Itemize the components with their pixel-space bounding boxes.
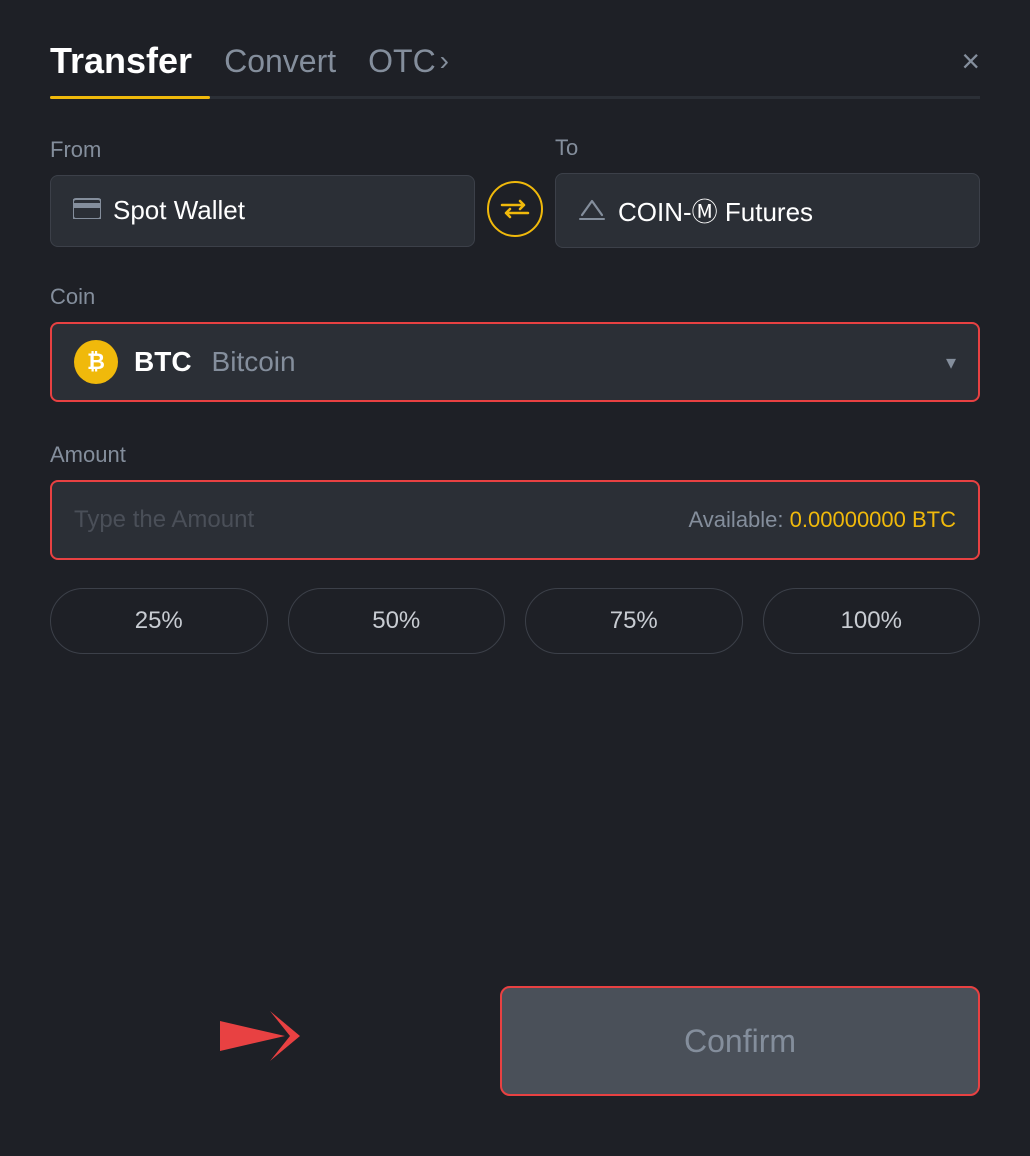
- available-text: Available: 0.00000000 BTC: [689, 507, 956, 533]
- futures-icon: [578, 195, 606, 227]
- pct-75-button[interactable]: 75%: [525, 588, 743, 654]
- bottom-area: Confirm: [50, 986, 980, 1096]
- coin-chevron-icon: ▾: [946, 350, 956, 375]
- available-amount: 0.00000000 BTC: [790, 507, 956, 532]
- header-tabs: Transfer Convert OTC › ×: [50, 40, 980, 82]
- to-wallet-select[interactable]: COIN-Ⓜ Futures: [555, 173, 980, 248]
- from-label: From: [50, 137, 475, 163]
- tab-transfer[interactable]: Transfer: [50, 40, 192, 82]
- swap-button[interactable]: [487, 181, 543, 237]
- transfer-modal: Transfer Convert OTC › × From Spot Walle…: [0, 0, 1030, 1156]
- btc-icon: ₿: [74, 340, 118, 384]
- amount-section: Amount Type the Amount Available: 0.0000…: [50, 442, 980, 588]
- coin-select-dropdown[interactable]: ₿ BTC Bitcoin ▾: [50, 322, 980, 402]
- from-to-row: From Spot Wallet To: [50, 135, 980, 248]
- coin-label: Coin: [50, 284, 980, 310]
- to-wallet-name: COIN-Ⓜ Futures: [618, 192, 813, 229]
- confirm-button[interactable]: Confirm: [500, 986, 980, 1096]
- tab-underline-row: [50, 96, 980, 99]
- otc-chevron-icon: ›: [440, 45, 449, 77]
- from-col: From Spot Wallet: [50, 137, 475, 247]
- tab-convert[interactable]: Convert: [224, 43, 336, 80]
- percentage-buttons-row: 25% 50% 75% 100%: [50, 588, 980, 654]
- pct-100-button[interactable]: 100%: [763, 588, 981, 654]
- to-col: To COIN-Ⓜ Futures: [555, 135, 980, 248]
- coin-ticker: BTC: [134, 346, 192, 378]
- wallet-card-icon: [73, 197, 101, 225]
- swap-container: [475, 147, 555, 237]
- tab-underline-active: [50, 96, 210, 99]
- pct-50-button[interactable]: 50%: [288, 588, 506, 654]
- coin-fullname: Bitcoin: [212, 346, 296, 378]
- amount-input-box[interactable]: Type the Amount Available: 0.00000000 BT…: [50, 480, 980, 560]
- coin-section: Coin ₿ BTC Bitcoin ▾: [50, 284, 980, 442]
- arrow-indicator: [210, 991, 330, 1086]
- to-label: To: [555, 135, 980, 161]
- close-button[interactable]: ×: [961, 45, 980, 77]
- amount-label: Amount: [50, 442, 980, 468]
- amount-placeholder: Type the Amount: [74, 506, 677, 534]
- from-wallet-select[interactable]: Spot Wallet: [50, 175, 475, 247]
- pct-25-button[interactable]: 25%: [50, 588, 268, 654]
- from-wallet-name: Spot Wallet: [113, 195, 245, 226]
- tab-otc[interactable]: OTC ›: [368, 43, 449, 80]
